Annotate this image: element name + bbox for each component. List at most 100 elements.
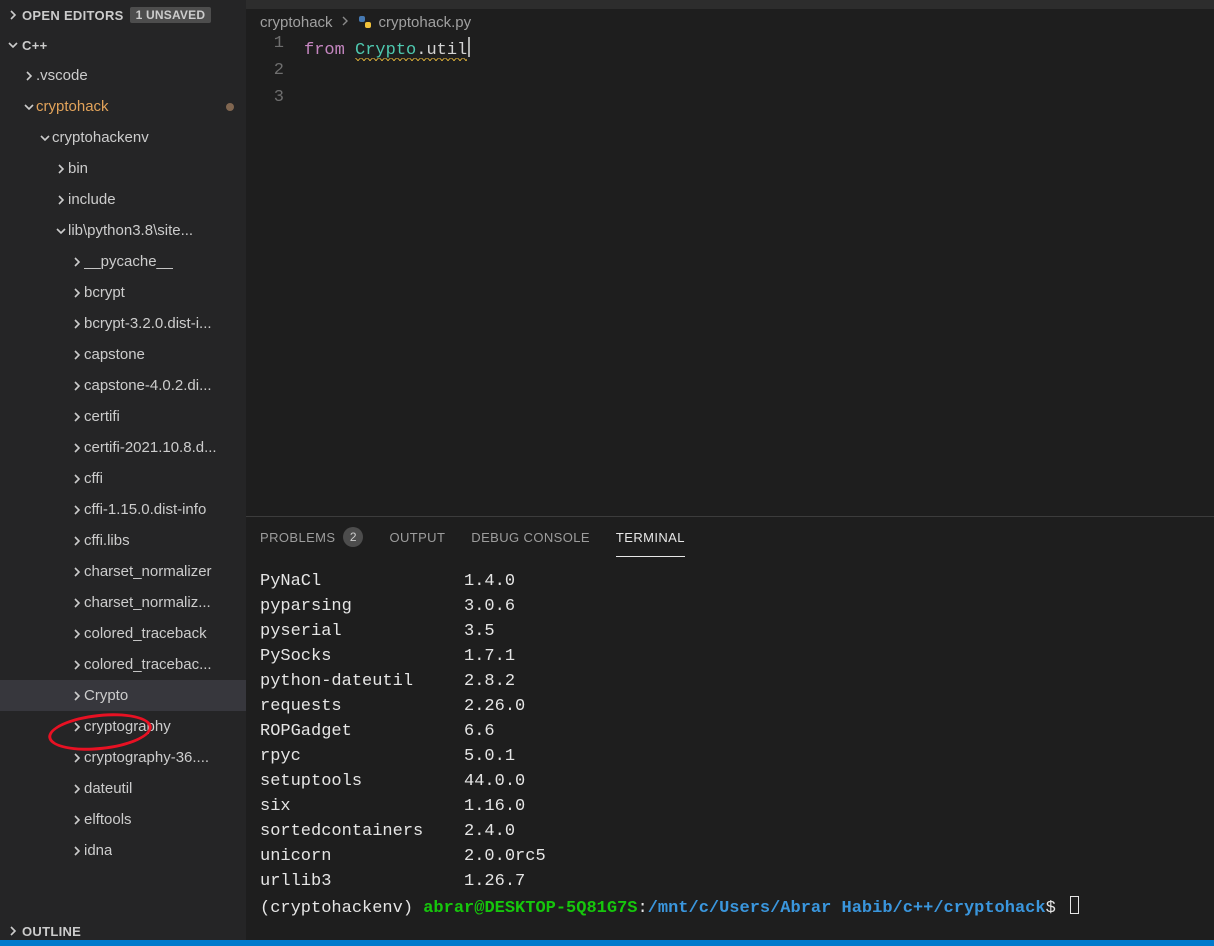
tree-item-label: cffi bbox=[84, 470, 103, 487]
chevron-down-icon bbox=[22, 100, 36, 114]
chevron-right-icon bbox=[70, 782, 84, 796]
tree-item-label: bcrypt-3.2.0.dist-i... bbox=[84, 315, 212, 332]
tree-item[interactable]: cffi bbox=[0, 463, 246, 494]
tree-item[interactable]: capstone-4.0.2.di... bbox=[0, 370, 246, 401]
chevron-right-icon bbox=[70, 441, 84, 455]
editor-line[interactable]: 2 bbox=[246, 61, 1214, 88]
chevron-right-icon bbox=[70, 658, 84, 672]
tree-item[interactable]: cffi-1.15.0.dist-info bbox=[0, 494, 246, 525]
unsaved-badge: 1 UNSAVED bbox=[130, 7, 212, 23]
chevron-right-icon bbox=[70, 813, 84, 827]
chevron-right-icon bbox=[70, 379, 84, 393]
editor-cursor bbox=[468, 37, 470, 57]
tab-terminal[interactable]: TERMINAL bbox=[616, 526, 685, 549]
tree-item-label: cryptohackenv bbox=[52, 129, 149, 146]
terminal-output: PyNaCl 1.4.0 pyparsing 3.0.6 pyserial 3.… bbox=[260, 572, 546, 891]
tree-item[interactable]: bcrypt bbox=[0, 277, 246, 308]
tree-item-label: cffi.libs bbox=[84, 532, 130, 549]
tab-debug-console[interactable]: DEBUG CONSOLE bbox=[471, 526, 590, 549]
chevron-right-icon bbox=[70, 286, 84, 300]
tree-item[interactable]: colored_tracebac... bbox=[0, 649, 246, 680]
chevron-right-icon bbox=[70, 627, 84, 641]
tree-item[interactable]: bcrypt-3.2.0.dist-i... bbox=[0, 308, 246, 339]
line-content: from Crypto.util bbox=[304, 34, 470, 61]
tab-output-label: OUTPUT bbox=[389, 530, 445, 545]
tree-item-label: bcrypt bbox=[84, 284, 125, 301]
editor-group: cryptohack cryptohack.py 1from Crypto.ut… bbox=[246, 0, 1214, 946]
tree-item[interactable]: certifi bbox=[0, 401, 246, 432]
tree-item-label: charset_normaliz... bbox=[84, 594, 211, 611]
open-editors-label: OPEN EDITORS bbox=[22, 8, 124, 23]
tree-item[interactable]: include bbox=[0, 184, 246, 215]
chevron-right-icon bbox=[70, 255, 84, 269]
open-editors-header[interactable]: OPEN EDITORS 1 UNSAVED bbox=[0, 0, 246, 30]
tree-item-label: bin bbox=[68, 160, 88, 177]
tree-item-label: cffi-1.15.0.dist-info bbox=[84, 501, 206, 518]
chevron-right-icon bbox=[70, 472, 84, 486]
tab-bar[interactable] bbox=[246, 0, 1214, 10]
terminal[interactable]: PyNaCl 1.4.0 pyparsing 3.0.6 pyserial 3.… bbox=[246, 557, 1214, 946]
tree-item-label: Crypto bbox=[84, 687, 128, 704]
tree-item[interactable]: certifi-2021.10.8.d... bbox=[0, 432, 246, 463]
chevron-right-icon bbox=[70, 751, 84, 765]
tree-item[interactable]: dateutil bbox=[0, 773, 246, 804]
workspace-label: C++ bbox=[22, 38, 47, 53]
tree-item-label: cryptography-36.... bbox=[84, 749, 209, 766]
tab-problems[interactable]: PROBLEMS 2 bbox=[260, 523, 363, 551]
tree-item[interactable]: bin bbox=[0, 153, 246, 184]
tab-output[interactable]: OUTPUT bbox=[389, 526, 445, 549]
chevron-right-icon bbox=[70, 348, 84, 362]
tree-item-label: capstone bbox=[84, 346, 145, 363]
editor-line[interactable]: 3 bbox=[246, 88, 1214, 115]
chevron-right-icon bbox=[6, 8, 20, 22]
tree-item-label: include bbox=[68, 191, 116, 208]
terminal-cursor bbox=[1070, 896, 1079, 914]
prompt-dollar: $ bbox=[1046, 899, 1066, 918]
tree-item[interactable]: elftools bbox=[0, 804, 246, 835]
tree-item[interactable]: lib\python3.8\site... bbox=[0, 215, 246, 246]
chevron-right-icon bbox=[70, 503, 84, 517]
editor-line[interactable]: 1from Crypto.util bbox=[246, 34, 1214, 61]
tree-item-label: __pycache__ bbox=[84, 253, 173, 270]
app-root: OPEN EDITORS 1 UNSAVED C++ .vscode crypto… bbox=[0, 0, 1214, 946]
python-file-icon bbox=[357, 14, 373, 30]
workspace-header[interactable]: C++ bbox=[0, 30, 246, 60]
breadcrumb-file[interactable]: cryptohack.py bbox=[379, 14, 472, 31]
chevron-right-icon bbox=[22, 69, 36, 83]
explorer-sidebar: OPEN EDITORS 1 UNSAVED C++ .vscode crypto… bbox=[0, 0, 246, 946]
tree-item[interactable]: .vscode bbox=[0, 60, 246, 91]
status-bar[interactable] bbox=[0, 940, 1214, 946]
tree-item[interactable]: cryptography-36.... bbox=[0, 742, 246, 773]
tree-item[interactable]: cryptohackenv bbox=[0, 122, 246, 153]
tree-item[interactable]: charset_normalizer bbox=[0, 556, 246, 587]
chevron-right-icon bbox=[70, 565, 84, 579]
tree-item[interactable]: Crypto bbox=[0, 680, 246, 711]
breadcrumb-folder[interactable]: cryptohack bbox=[260, 14, 333, 31]
tree-item[interactable]: cryptography bbox=[0, 711, 246, 742]
file-tree[interactable]: .vscode cryptohack cryptohackenv bin include… bbox=[0, 60, 246, 916]
tree-item-label: capstone-4.0.2.di... bbox=[84, 377, 212, 394]
chevron-down-icon bbox=[6, 38, 20, 52]
line-number: 1 bbox=[246, 34, 304, 61]
tree-item[interactable]: idna bbox=[0, 835, 246, 866]
tab-terminal-label: TERMINAL bbox=[616, 530, 685, 545]
tree-item[interactable]: __pycache__ bbox=[0, 246, 246, 277]
chevron-right-icon bbox=[70, 596, 84, 610]
tree-item[interactable]: colored_traceback bbox=[0, 618, 246, 649]
chevron-right-icon bbox=[54, 162, 68, 176]
tree-item-label: charset_normalizer bbox=[84, 563, 212, 580]
code-editor[interactable]: 1from Crypto.util23 bbox=[246, 34, 1214, 516]
tree-item[interactable]: cryptohack bbox=[0, 91, 246, 122]
tree-item-label: certifi bbox=[84, 408, 120, 425]
breadcrumb[interactable]: cryptohack cryptohack.py bbox=[246, 10, 1214, 34]
bottom-panel: PROBLEMS 2 OUTPUT DEBUG CONSOLE TERMINAL… bbox=[246, 516, 1214, 946]
chevron-right-icon bbox=[70, 410, 84, 424]
tree-item[interactable]: capstone bbox=[0, 339, 246, 370]
chevron-right-icon bbox=[70, 534, 84, 548]
tree-item-label: cryptohack bbox=[36, 98, 109, 115]
tree-item[interactable]: charset_normaliz... bbox=[0, 587, 246, 618]
tree-item-label: .vscode bbox=[36, 67, 88, 84]
modified-dot-icon bbox=[226, 103, 234, 111]
tree-item-label: dateutil bbox=[84, 780, 132, 797]
tree-item[interactable]: cffi.libs bbox=[0, 525, 246, 556]
